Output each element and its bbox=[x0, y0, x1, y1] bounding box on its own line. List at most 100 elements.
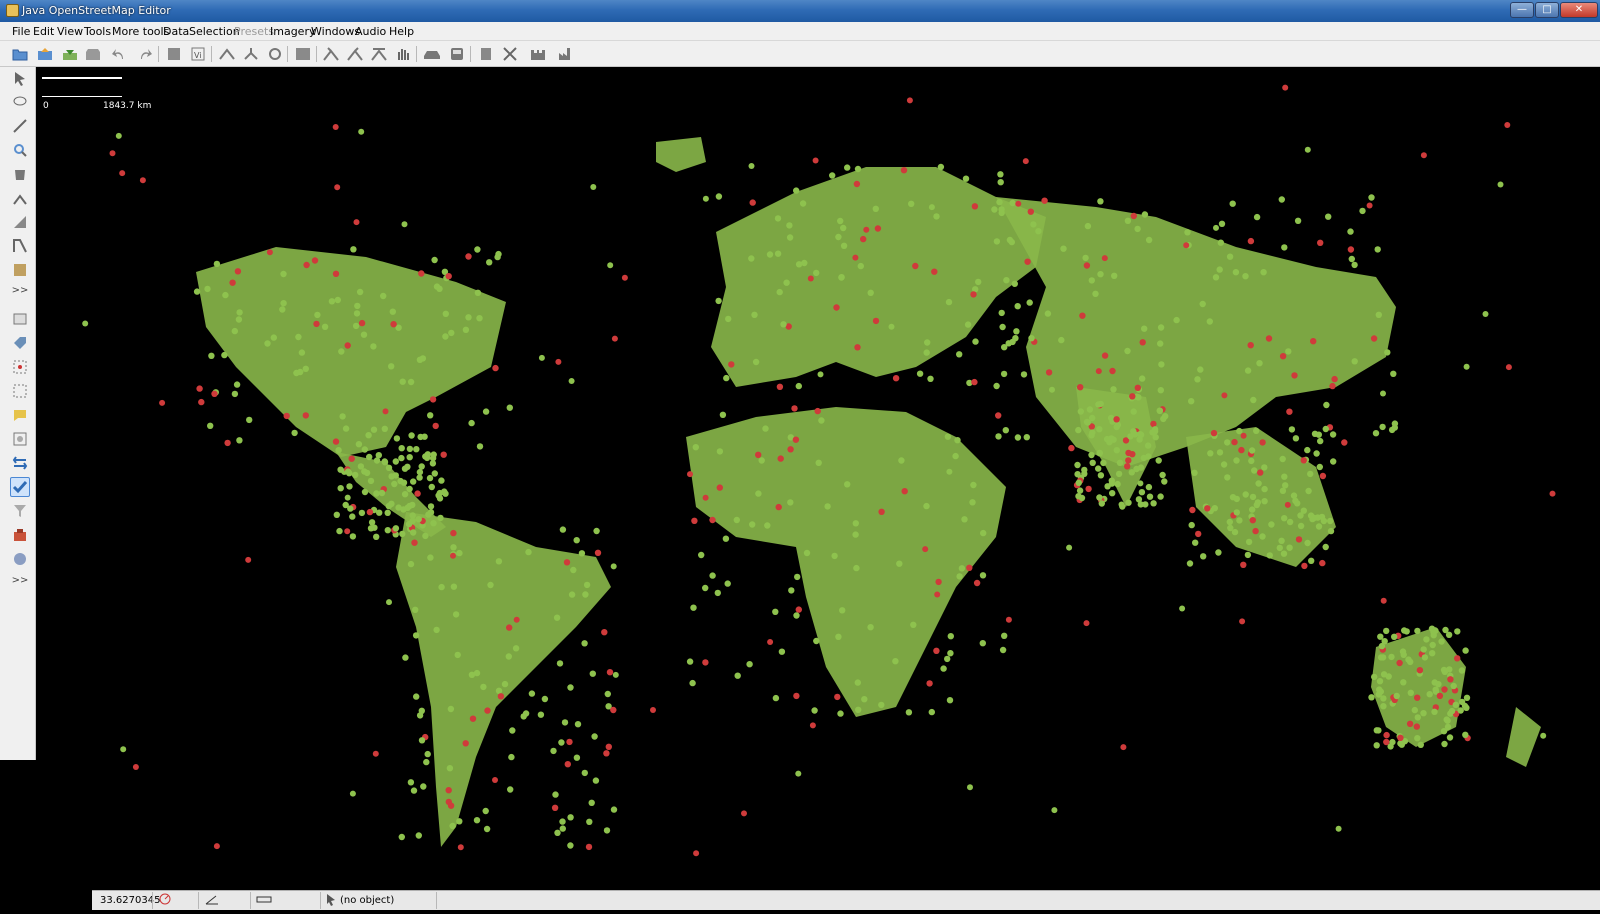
poi-marker-green[interactable] bbox=[786, 222, 793, 229]
split-way-icon[interactable] bbox=[218, 45, 236, 63]
poi-marker-green[interactable] bbox=[980, 529, 987, 537]
issue-marker-red[interactable] bbox=[303, 261, 310, 269]
poi-marker-green[interactable] bbox=[338, 348, 345, 355]
poi-marker-green[interactable] bbox=[474, 289, 482, 296]
issue-marker-red[interactable] bbox=[283, 412, 290, 420]
poi-marker-green[interactable] bbox=[570, 566, 577, 574]
poi-marker-green[interactable] bbox=[378, 489, 386, 497]
poi-marker-green[interactable] bbox=[591, 733, 598, 740]
issue-marker-red[interactable] bbox=[1406, 720, 1414, 727]
poi-marker-green[interactable] bbox=[236, 309, 243, 316]
issue-marker-red[interactable] bbox=[1238, 446, 1245, 454]
poi-marker-green[interactable] bbox=[1431, 708, 1438, 715]
issue-marker-red[interactable] bbox=[119, 170, 126, 177]
poi-marker-green[interactable] bbox=[1162, 413, 1169, 420]
poi-marker-green[interactable] bbox=[462, 326, 470, 333]
poi-marker-green[interactable] bbox=[1276, 544, 1284, 552]
redo-icon[interactable] bbox=[136, 45, 154, 63]
poi-marker-green[interactable] bbox=[1173, 316, 1180, 324]
poi-marker-green[interactable] bbox=[1279, 455, 1286, 463]
poi-marker-green[interactable] bbox=[366, 453, 373, 461]
issue-marker-red[interactable] bbox=[892, 375, 900, 382]
poi-marker-green[interactable] bbox=[474, 246, 481, 253]
issue-marker-red[interactable] bbox=[934, 591, 941, 598]
map-style-icon[interactable] bbox=[10, 549, 30, 569]
poi-marker-green[interactable] bbox=[1351, 261, 1358, 269]
poi-marker-green[interactable] bbox=[1497, 181, 1504, 188]
poi-marker-green[interactable] bbox=[1206, 318, 1214, 325]
poi-marker-green[interactable] bbox=[508, 753, 515, 761]
poi-marker-green[interactable] bbox=[748, 163, 755, 169]
poi-marker-green[interactable] bbox=[933, 213, 940, 220]
issue-marker-red[interactable] bbox=[414, 490, 421, 497]
poi-marker-green[interactable] bbox=[1452, 701, 1460, 708]
issue-marker-red[interactable] bbox=[973, 579, 981, 587]
issue-marker-red[interactable] bbox=[970, 291, 977, 298]
layers-panel-icon[interactable] bbox=[10, 309, 30, 329]
poi-marker-green[interactable] bbox=[1133, 465, 1140, 473]
poi-marker-green[interactable] bbox=[446, 765, 454, 772]
poi-marker-green[interactable] bbox=[956, 573, 963, 580]
poi-marker-green[interactable] bbox=[723, 374, 730, 382]
poi-marker-green[interactable] bbox=[1051, 807, 1058, 814]
poi-marker-green[interactable] bbox=[928, 204, 935, 211]
poi-marker-green[interactable] bbox=[1232, 269, 1240, 276]
poi-marker-green[interactable] bbox=[603, 827, 611, 834]
issue-marker-red[interactable] bbox=[860, 235, 867, 243]
issue-marker-red[interactable] bbox=[1265, 335, 1273, 342]
poi-marker-green[interactable] bbox=[1443, 716, 1450, 723]
issue-marker-red[interactable] bbox=[693, 850, 700, 857]
issue-marker-red[interactable] bbox=[1413, 723, 1421, 730]
poi-marker-green[interactable] bbox=[1114, 480, 1121, 488]
poi-marker-green[interactable] bbox=[1390, 370, 1397, 377]
issue-marker-red[interactable] bbox=[792, 436, 800, 443]
issue-marker-red[interactable] bbox=[1366, 202, 1373, 209]
poi-marker-green[interactable] bbox=[558, 739, 565, 746]
poi-marker-green[interactable] bbox=[944, 655, 951, 663]
refresh-icon[interactable] bbox=[266, 45, 284, 63]
issue-marker-red[interactable] bbox=[313, 320, 320, 328]
issue-marker-red[interactable] bbox=[1295, 536, 1303, 543]
issue-marker-red[interactable] bbox=[1083, 620, 1090, 627]
issue-marker-red[interactable] bbox=[906, 97, 913, 104]
poi-marker-green[interactable] bbox=[482, 408, 490, 415]
poi-marker-green[interactable] bbox=[610, 806, 618, 813]
poi-marker-green[interactable] bbox=[1322, 425, 1330, 433]
poi-marker-green[interactable] bbox=[1131, 431, 1139, 438]
poi-marker-green[interactable] bbox=[837, 217, 844, 225]
issue-marker-red[interactable] bbox=[1130, 212, 1138, 220]
poi-marker-green[interactable] bbox=[975, 278, 982, 286]
poi-marker-green[interactable] bbox=[1086, 406, 1094, 413]
poi-marker-green[interactable] bbox=[1540, 732, 1547, 739]
issue-marker-red[interactable] bbox=[926, 680, 933, 687]
poi-marker-green[interactable] bbox=[1351, 358, 1358, 365]
menu-edit[interactable]: Edit bbox=[33, 25, 54, 38]
poi-marker-green[interactable] bbox=[450, 544, 457, 551]
poi-marker-green[interactable] bbox=[581, 769, 588, 777]
poi-marker-green[interactable] bbox=[947, 633, 954, 640]
poi-marker-green[interactable] bbox=[813, 637, 820, 645]
poi-marker-green[interactable] bbox=[892, 658, 899, 665]
poi-marker-green[interactable] bbox=[1217, 239, 1225, 246]
issue-marker-red[interactable] bbox=[1279, 353, 1287, 360]
poi-marker-green[interactable] bbox=[407, 560, 415, 568]
poi-marker-green[interactable] bbox=[1292, 435, 1300, 442]
poi-marker-green[interactable] bbox=[751, 311, 758, 318]
poi-marker-green[interactable] bbox=[384, 527, 391, 534]
poi-marker-green[interactable] bbox=[373, 490, 380, 497]
poi-marker-green[interactable] bbox=[1279, 487, 1287, 494]
poi-marker-green[interactable] bbox=[967, 784, 973, 791]
poi-marker-green[interactable] bbox=[581, 640, 588, 647]
issue-marker-red[interactable] bbox=[334, 184, 341, 191]
issue-marker-red[interactable] bbox=[465, 253, 472, 260]
poi-marker-green[interactable] bbox=[795, 382, 802, 390]
issue-marker-red[interactable] bbox=[1441, 686, 1448, 693]
issue-marker-red[interactable] bbox=[1396, 659, 1403, 667]
poi-marker-green[interactable] bbox=[1075, 479, 1083, 486]
poi-marker-green[interactable] bbox=[1023, 434, 1030, 441]
poi-marker-green[interactable] bbox=[589, 670, 596, 677]
issue-marker-red[interactable] bbox=[566, 738, 573, 746]
parallel-tool-icon[interactable] bbox=[10, 188, 30, 208]
poi-marker-green[interactable] bbox=[538, 354, 545, 361]
notes-panel-icon[interactable] bbox=[10, 405, 30, 425]
